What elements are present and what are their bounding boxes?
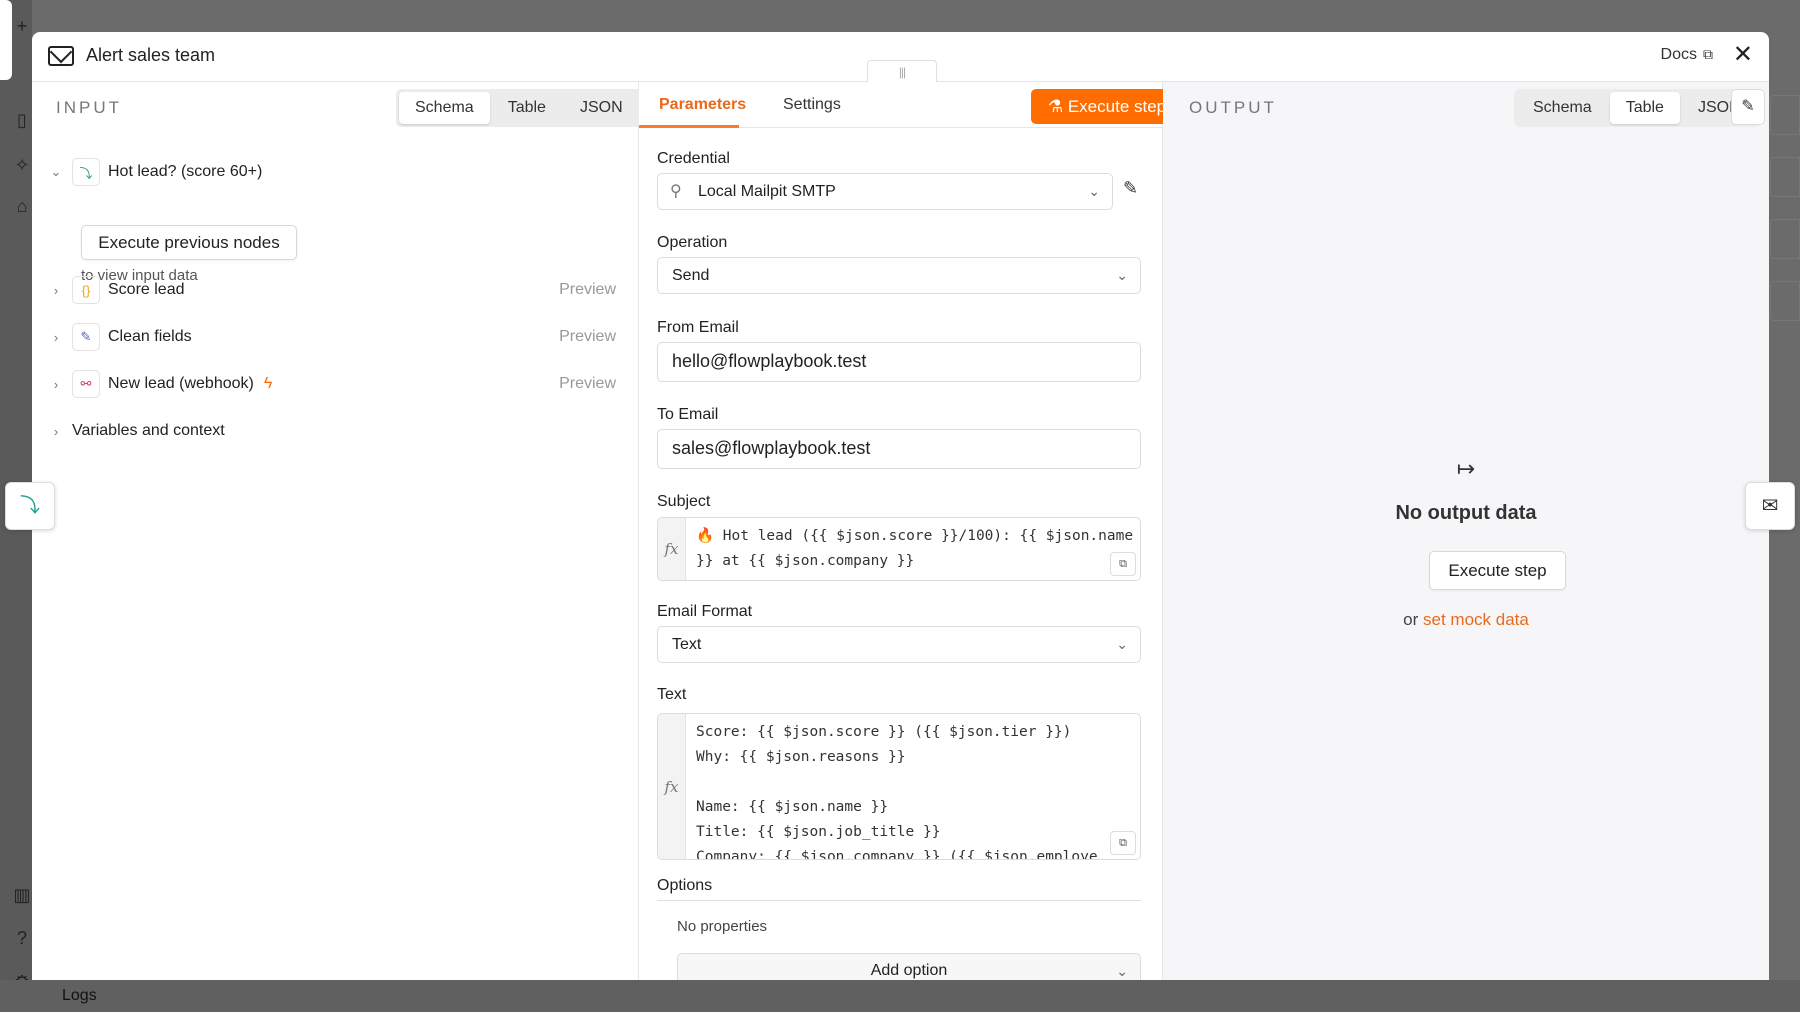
expand-icon[interactable]: ⧉ [1110,831,1136,855]
tree-item-label: Hot lead? (score 60+) [108,163,263,180]
tree-item-new-lead[interactable]: › ⚯ New lead (webhook) ϟ Preview [46,367,626,401]
execute-step-button[interactable]: ⚗ Execute step [1031,89,1183,124]
active-tab-indicator [639,125,739,128]
credential-label: Credential [657,150,730,167]
input-title: INPUT [56,98,122,117]
tree-item-label: Clean fields [108,328,192,345]
expand-icon[interactable]: ⧉ [1110,552,1136,576]
to-email-input[interactable]: sales@flowplaybook.test [657,429,1141,469]
help-icon[interactable]: ? [12,928,32,948]
node-modal: Alert sales team Docs ⧉ ✕ ||| INPUT Sche… [32,32,1769,980]
chevron-down-icon: ⌄ [1088,183,1100,199]
tree-item-label: New lead (webhook) [108,375,254,392]
from-email-input[interactable]: hello@flowplaybook.test [657,342,1141,382]
subject-expression-editor[interactable]: fx 🔥 Hot lead ({{ $json.score }}/100): {… [657,517,1141,581]
input-view-schema[interactable]: Schema [399,92,490,124]
output-view-switch: Schema Table JSON [1514,89,1760,127]
prev-node-branch-icon[interactable]: ⤵ [5,482,55,530]
next-node-mail-icon[interactable]: ✉ [1745,482,1795,530]
chevron-down-icon: ⌄ [1116,636,1128,652]
chevron-down-icon: ⌄ [1116,963,1128,979]
drag-handle-icon[interactable]: ||| [867,60,937,82]
home-icon[interactable]: ⌂ [12,196,32,216]
tree-item-label: Score lead [108,281,185,298]
chart-icon[interactable]: ▥ [12,885,32,905]
add-node-icon[interactable]: + [12,16,32,36]
from-email-label: From Email [657,319,739,336]
docs-link[interactable]: Docs [1661,46,1697,64]
mail-icon [48,46,74,66]
operation-label: Operation [657,234,728,251]
tab-settings[interactable]: Settings [783,96,841,114]
text-expression-editor[interactable]: fx Score: {{ $json.score }} ({{ $json.ti… [657,713,1141,860]
edit-icon: ✎ [72,323,100,351]
no-output-title: No output data [1395,502,1537,524]
tab-parameters[interactable]: Parameters [659,96,746,114]
chevron-right-icon[interactable]: › [46,330,66,345]
options-label: Options [657,877,713,894]
tree-item-label: Variables and context [72,422,225,439]
parameters-panel: Parameters Settings ⚗ Execute step Crede… [639,82,1183,980]
output-view-table[interactable]: Table [1609,92,1680,124]
no-properties-text: No properties [677,918,768,935]
logs-bar[interactable] [0,980,1800,1012]
subject-code[interactable]: 🔥 Hot lead ({{ $json.score }}/100): {{ $… [696,524,1136,574]
text-code[interactable]: Score: {{ $json.score }} ({{ $json.tier … [696,720,1136,859]
pencil-icon: ✎ [1741,98,1755,115]
flask-icon: ⚗ [1047,97,1068,116]
email-format-select[interactable]: Text ⌄ [657,626,1141,663]
panel-icon[interactable]: ▯ [12,110,32,130]
input-view-switch: Schema Table JSON [396,89,642,127]
tree-item-clean-fields[interactable]: › ✎ Clean fields Preview [46,320,626,354]
key-icon: ⚲ [670,183,682,200]
credential-select[interactable]: ⚲ Local Mailpit SMTP ⌄ [657,173,1113,210]
lightning-icon: ϟ [263,375,273,392]
chevron-right-icon[interactable]: › [46,283,66,298]
mock-data-line: or set mock data [1403,610,1529,629]
close-button[interactable]: ✕ [1733,42,1753,68]
modal-title[interactable]: Alert sales team [86,45,215,66]
execute-previous-nodes-button[interactable]: Execute previous nodes [81,225,297,260]
preview-link[interactable]: Preview [559,328,616,346]
preview-link[interactable]: Preview [559,281,616,299]
operation-select[interactable]: Send ⌄ [657,257,1141,294]
fx-icon: fx [658,518,686,580]
tree-item-score-lead[interactable]: › {} Score lead Preview [46,273,626,307]
tree-item-hot-lead[interactable]: ⌄ ⤵ Hot lead? (score 60+) [46,155,262,189]
options-divider [657,900,1141,901]
webhook-icon: ⚯ [72,370,100,398]
add-option-select[interactable]: Add option ⌄ [677,953,1141,980]
edit-credential-icon[interactable]: ✎ [1123,178,1138,199]
email-format-label: Email Format [657,603,753,620]
chevron-down-icon[interactable]: ⌄ [46,164,66,180]
logs-label[interactable]: Logs [62,980,97,1012]
output-title: OUTPUT [1189,98,1277,117]
chevron-right-icon[interactable]: › [46,424,66,439]
to-email-label: To Email [657,406,719,423]
input-panel: INPUT Schema Table JSON ⌄ ⤵ Hot lead? (s… [32,82,642,980]
external-link-icon[interactable]: ⧉ [1703,46,1713,63]
chevron-right-icon[interactable]: › [46,377,66,392]
branch-icon: ⤵ [72,158,100,186]
code-icon: {} [72,276,100,304]
output-execute-step-button[interactable]: Execute step [1429,551,1566,590]
param-tabs: Parameters Settings ⚗ Execute step [639,82,1183,128]
chevron-down-icon: ⌄ [1116,267,1128,283]
text-label: Text [657,686,687,703]
sparkle-icon[interactable]: ✧ [12,155,32,175]
set-mock-data-link[interactable]: set mock data [1423,610,1529,629]
output-arrow-icon: ↦ [1456,456,1476,481]
canvas-right-controls [1770,95,1800,375]
output-view-schema[interactable]: Schema [1517,92,1608,124]
tree-item-variables[interactable]: › Variables and context [46,414,225,448]
input-view-table[interactable]: Table [492,92,562,124]
fx-icon: fx [658,714,686,859]
edit-output-button[interactable]: ✎ [1731,89,1765,125]
output-panel: OUTPUT Schema Table JSON ✎ ↦ No output d… [1163,82,1769,980]
input-view-json[interactable]: JSON [564,92,639,124]
preview-link[interactable]: Preview [559,375,616,393]
toolbar-highlight [0,0,12,80]
subject-label: Subject [657,493,711,510]
